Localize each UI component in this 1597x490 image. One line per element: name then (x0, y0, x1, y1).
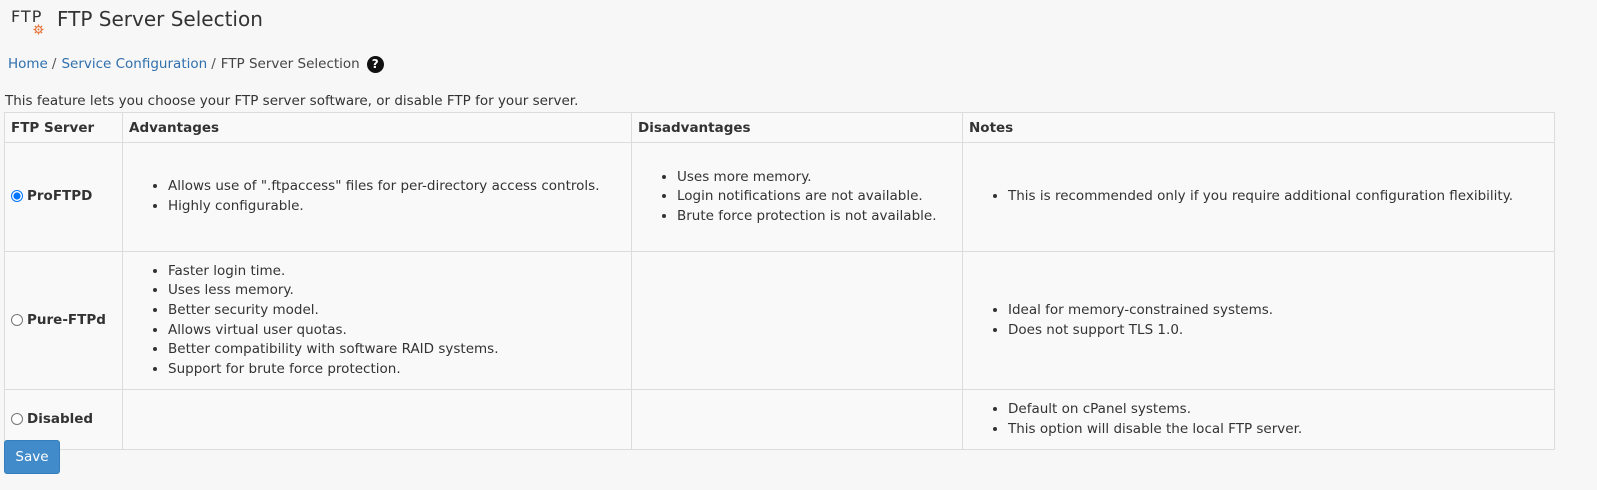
page-title: FTP Server Selection (57, 7, 263, 31)
list-item: This is recommended only if you require … (1008, 187, 1548, 207)
advantages-cell: Allows use of ".ftpaccess" files for per… (122, 142, 632, 252)
disabled-label: Disabled (27, 410, 94, 427)
table-row-pure-ftpd: Pure-FTPd Faster login time. Uses less m… (4, 251, 1555, 390)
help-icon[interactable]: ? (366, 55, 384, 73)
proftpd-option[interactable]: ProFTPD (11, 188, 92, 204)
intro-text: This feature lets you choose your FTP se… (5, 93, 579, 109)
list-item: Does not support TLS 1.0. (1008, 321, 1548, 341)
breadcrumb-separator: / (211, 56, 216, 72)
notes-list: Ideal for memory-constrained systems. Do… (969, 301, 1548, 340)
list-item: Ideal for memory-constrained systems. (1008, 301, 1548, 321)
header-disadvantages: Disadvantages (631, 112, 963, 143)
page-header: FTP FTP Server Selection (10, 4, 263, 38)
proftpd-radio[interactable] (11, 190, 23, 202)
header-advantages: Advantages (122, 112, 632, 143)
table-header-row: FTP Server Advantages Disadvantages Note… (4, 112, 1555, 143)
advantages-list: Allows use of ".ftpaccess" files for per… (129, 177, 625, 216)
server-cell: Pure-FTPd (4, 251, 123, 390)
server-cell: ProFTPD (4, 142, 123, 252)
gear-icon (33, 24, 44, 35)
list-item: Faster login time. (168, 262, 625, 282)
list-item: Highly configurable. (168, 197, 625, 217)
list-item: Allows virtual user quotas. (168, 321, 625, 341)
list-item: Default on cPanel systems. (1008, 400, 1548, 420)
disabled-option[interactable]: Disabled (11, 411, 93, 427)
notes-cell: This is recommended only if you require … (962, 142, 1555, 252)
breadcrumb-current: FTP Server Selection (220, 56, 360, 72)
table-row-proftpd: ProFTPD Allows use of ".ftpaccess" files… (4, 142, 1555, 252)
advantages-cell: Faster login time. Uses less memory. Bet… (122, 251, 632, 390)
notes-cell: Ideal for memory-constrained systems. Do… (962, 251, 1555, 390)
table-row-disabled: Disabled Default on cPanel systems. This… (4, 389, 1555, 450)
breadcrumb-separator: / (51, 56, 57, 72)
pure-ftpd-label: Pure-FTPd (27, 311, 106, 328)
breadcrumb-home-link[interactable]: Home (8, 56, 48, 72)
list-item: Login notifications are not available. (677, 187, 956, 207)
notes-list: Default on cPanel systems. This option w… (969, 400, 1548, 439)
ftp-server-table: FTP Server Advantages Disadvantages Note… (4, 112, 1555, 450)
header-ftp-server: FTP Server (4, 112, 123, 143)
disadvantages-cell (631, 389, 963, 450)
notes-list: This is recommended only if you require … (969, 187, 1548, 207)
header-notes: Notes (962, 112, 1555, 143)
list-item: Uses less memory. (168, 281, 625, 301)
notes-cell: Default on cPanel systems. This option w… (962, 389, 1555, 450)
list-item: Brute force protection is not available. (677, 207, 956, 227)
breadcrumb: Home / Service Configuration / FTP Serve… (8, 54, 384, 74)
disadvantages-cell (631, 251, 963, 390)
list-item: Support for brute force protection. (168, 360, 625, 380)
pure-ftpd-option[interactable]: Pure-FTPd (11, 312, 106, 328)
pure-ftpd-radio[interactable] (11, 313, 23, 326)
list-item: Uses more memory. (677, 168, 956, 188)
advantages-cell (122, 389, 632, 450)
save-button[interactable]: Save (4, 440, 60, 474)
proftpd-label: ProFTPD (27, 188, 93, 204)
ftp-logo: FTP (10, 4, 48, 38)
list-item: Better compatibility with software RAID … (168, 340, 625, 360)
disadvantages-cell: Uses more memory. Login notifications ar… (631, 142, 963, 252)
advantages-list: Faster login time. Uses less memory. Bet… (129, 262, 625, 380)
list-item: Better security model. (168, 301, 625, 321)
list-item: Allows use of ".ftpaccess" files for per… (168, 177, 625, 197)
disabled-radio[interactable] (11, 412, 23, 425)
disadvantages-list: Uses more memory. Login notifications ar… (638, 168, 956, 227)
list-item: This option will disable the local FTP s… (1008, 420, 1548, 440)
breadcrumb-service-configuration-link[interactable]: Service Configuration (61, 56, 207, 72)
